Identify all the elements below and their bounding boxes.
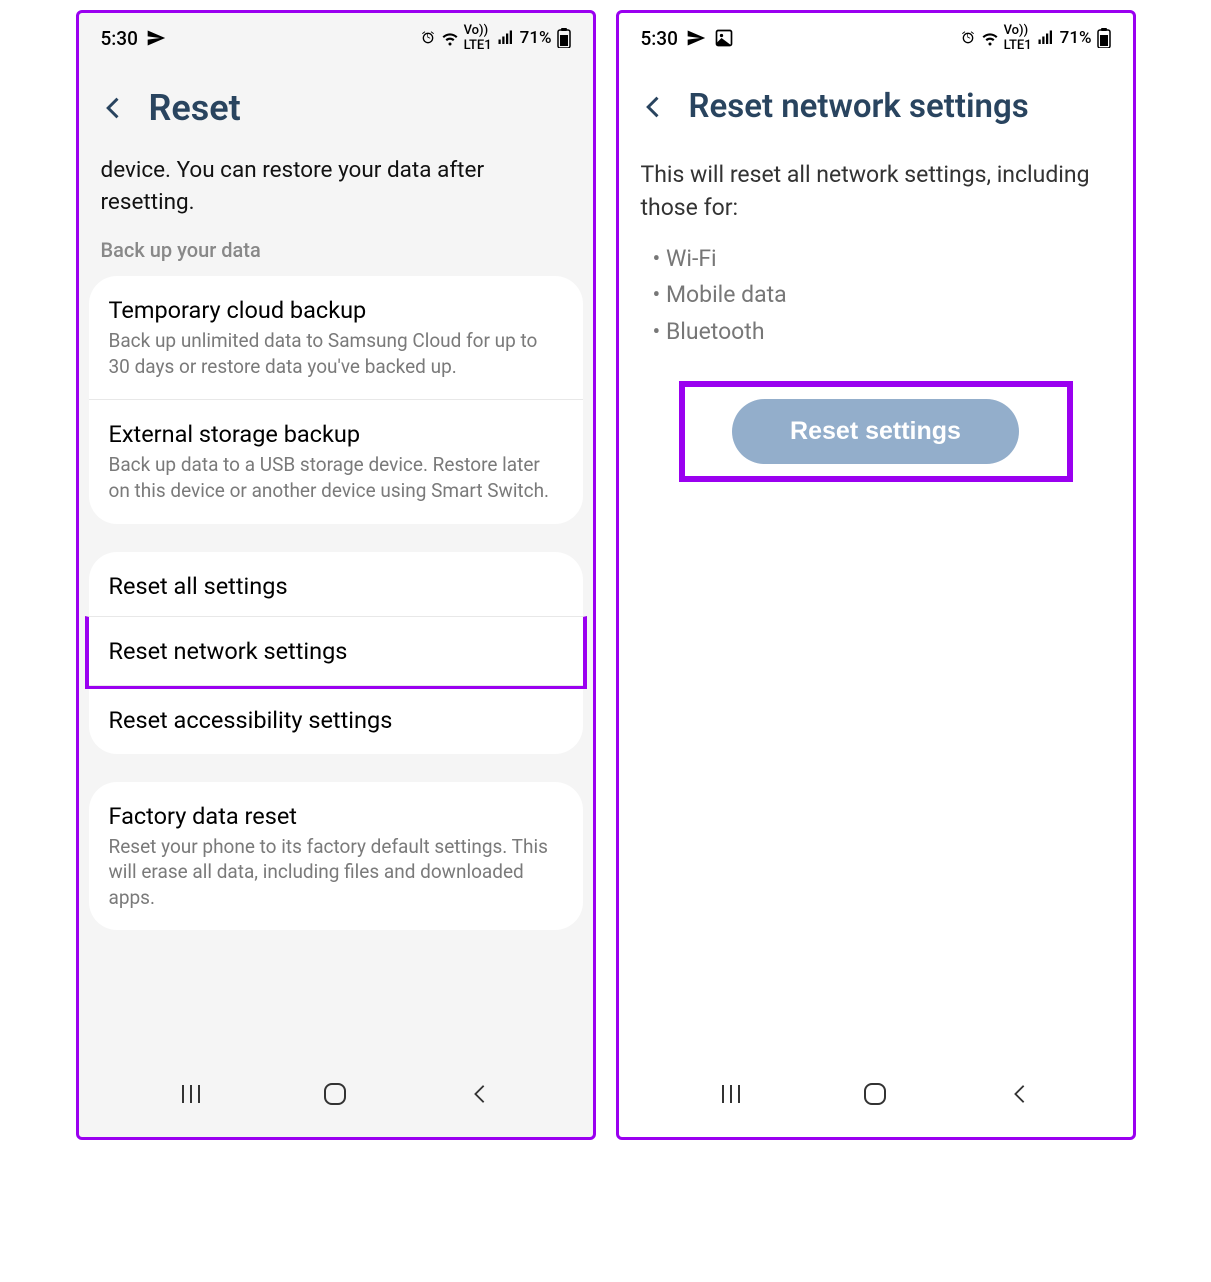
- home-icon: [322, 1081, 348, 1107]
- wifi-icon: [441, 29, 459, 47]
- home-icon: [862, 1081, 888, 1107]
- bullet-bluetooth: • Bluetooth: [653, 314, 1111, 351]
- nav-home-button[interactable]: [320, 1079, 350, 1109]
- recents-icon: [179, 1083, 203, 1105]
- chevron-left-icon: [640, 93, 668, 121]
- nav-back-icon: [1009, 1083, 1031, 1105]
- volte-icon: Vo))LTE1: [464, 23, 492, 53]
- bullet-list: • Wi-Fi • Mobile data • Bluetooth: [619, 235, 1133, 381]
- list-item-temporary-cloud-backup[interactable]: Temporary cloud backup Back up unlimited…: [89, 276, 583, 399]
- back-button[interactable]: [97, 91, 131, 125]
- send-icon: [686, 28, 706, 48]
- alarm-icon: [420, 30, 436, 46]
- nav-back-button[interactable]: [465, 1079, 495, 1109]
- reset-button-highlight: Reset settings: [679, 381, 1073, 482]
- nav-home-button[interactable]: [860, 1079, 890, 1109]
- list-item-external-storage-backup[interactable]: External storage backup Back up data to …: [89, 399, 583, 523]
- list-item-factory-data-reset[interactable]: Factory data reset Reset your phone to i…: [89, 782, 583, 931]
- recents-icon: [719, 1083, 743, 1105]
- status-time: 5:30: [641, 27, 678, 50]
- network-description: This will reset all network settings, in…: [619, 152, 1133, 235]
- signal-icon: [1037, 29, 1055, 47]
- bullet-mobile-data: • Mobile data: [653, 277, 1111, 314]
- back-button[interactable]: [637, 90, 671, 124]
- list-item-reset-accessibility-settings[interactable]: Reset accessibility settings: [89, 685, 583, 754]
- send-icon: [146, 28, 166, 48]
- status-bar: 5:30 Vo))LTE1 71%: [79, 13, 593, 61]
- phone-screen-reset-network: 5:30 Vo))LTE1 71% Reset network settings…: [616, 10, 1136, 1140]
- battery-icon: [557, 28, 571, 48]
- gallery-icon: [714, 28, 734, 48]
- volte-icon: Vo))LTE1: [1004, 23, 1032, 53]
- page-header: Reset network settings: [619, 61, 1133, 152]
- alarm-icon: [960, 30, 976, 46]
- nav-recents-button[interactable]: [716, 1079, 746, 1109]
- status-time: 5:30: [101, 27, 138, 50]
- section-label-backup: Back up your data: [79, 238, 593, 276]
- wifi-icon: [981, 29, 999, 47]
- signal-icon: [497, 29, 515, 47]
- status-bar: 5:30 Vo))LTE1 71%: [619, 13, 1133, 61]
- page-title: Reset network settings: [689, 87, 1029, 126]
- battery-percent: 71%: [520, 28, 552, 48]
- reset-settings-button[interactable]: Reset settings: [732, 399, 1019, 464]
- page-header: Reset: [79, 61, 593, 155]
- navigation-bar: [79, 1057, 593, 1137]
- nav-back-icon: [469, 1083, 491, 1105]
- navigation-bar: [619, 1057, 1133, 1137]
- chevron-left-icon: [100, 94, 128, 122]
- bullet-wifi: • Wi-Fi: [653, 241, 1111, 278]
- list-item-reset-all-settings[interactable]: Reset all settings: [89, 552, 583, 620]
- nav-recents-button[interactable]: [176, 1079, 206, 1109]
- backup-card: Temporary cloud backup Back up unlimited…: [89, 276, 583, 524]
- battery-icon: [1097, 28, 1111, 48]
- reset-options-card: Reset all settings Reset network setting…: [89, 552, 583, 754]
- intro-text: device. You can restore your data after …: [79, 155, 593, 238]
- nav-back-button[interactable]: [1005, 1079, 1035, 1109]
- list-item-reset-network-settings[interactable]: Reset network settings: [85, 616, 587, 689]
- factory-reset-card: Factory data reset Reset your phone to i…: [89, 782, 583, 931]
- page-title: Reset: [149, 87, 241, 129]
- battery-percent: 71%: [1060, 28, 1092, 48]
- phone-screen-reset: 5:30 Vo))LTE1 71% Reset device. You can …: [76, 10, 596, 1140]
